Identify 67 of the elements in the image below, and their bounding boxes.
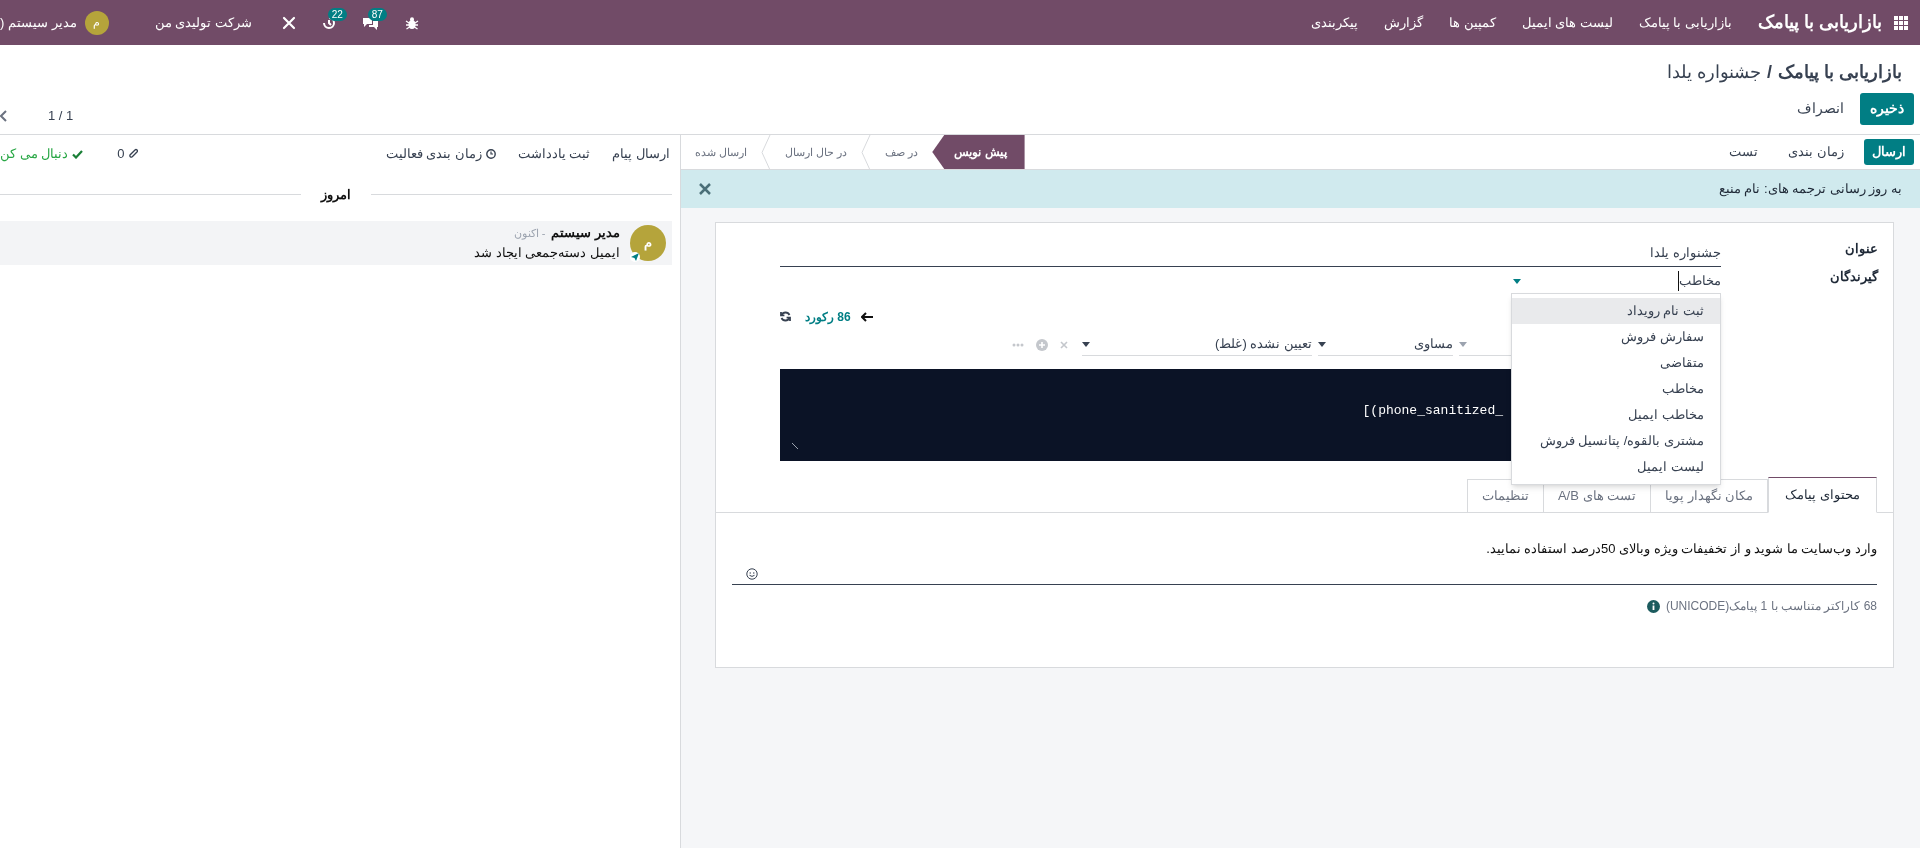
counter-badge: 22 (327, 7, 347, 21)
plane-icon (630, 251, 640, 262)
menu-item[interactable]: پیکربندی (1310, 12, 1358, 33)
code-text: [(phone_sanitized_ (1362, 401, 1503, 420)
attachment-button[interactable]: 0 (117, 144, 139, 164)
caret-icon (1513, 278, 1521, 284)
dropdown-option[interactable]: ثبت نام رویداد (1512, 297, 1720, 324)
status-step[interactable]: در حال ارسال (771, 135, 862, 169)
resize-handle-icon[interactable] (792, 442, 798, 449)
field-label: گیرندگان (1829, 268, 1878, 287)
paperclip-icon (128, 148, 139, 160)
tab[interactable]: محتوای پیامک (1768, 476, 1877, 513)
app-title: بازاریابی با پیامک (1758, 11, 1882, 35)
header-button[interactable]: زمان بندی (1780, 139, 1852, 165)
date-separator: امروز (319, 186, 352, 205)
chatter-button[interactable]: ارسال پیام (612, 144, 670, 164)
menu-item[interactable]: کمپین ها (1448, 12, 1496, 33)
dropdown-option[interactable]: سفارش فروش (1512, 323, 1720, 350)
message-time: - اکنون (513, 226, 546, 242)
message-field[interactable]: وارد وب‌سایت ما شوید و از تخفیفات ویژه وبالای 50درصد استفاده نمایید. (732, 538, 1877, 585)
chevron-icon[interactable] (0, 109, 8, 122)
chatter-button[interactable]: زمان بندی فعالیت (385, 144, 496, 164)
close-icon[interactable] (699, 183, 711, 195)
menu-item[interactable]: بازاریابی با پیامک (1638, 12, 1732, 33)
bug-icon[interactable] (404, 15, 419, 30)
header-button[interactable]: تست (1721, 139, 1767, 165)
check-icon (72, 149, 84, 159)
field-label: عنوان (1844, 240, 1878, 259)
discard-button[interactable]: انصراف (1787, 92, 1854, 125)
status-step[interactable]: پیش نویس (932, 135, 1025, 169)
pager-value[interactable]: 1 / 1 (48, 106, 74, 126)
menu-item[interactable]: لیست های ایمیل (1521, 12, 1613, 33)
dropdown-option[interactable]: مخاطب (1512, 375, 1720, 402)
save-button[interactable]: ذخیره (1860, 92, 1914, 125)
operator-select[interactable]: مساوی (1318, 333, 1453, 356)
author-name: مدیر سیستم (551, 224, 620, 243)
caret-icon (1082, 341, 1090, 347)
breadcrumb-link[interactable]: بازاریابی با پیامک (1778, 59, 1902, 86)
breadcrumb-separator: / (1766, 61, 1772, 84)
user-name[interactable]: مدیر سیستم ( (0, 12, 77, 33)
chatter-button[interactable]: ثبت یادداشت (517, 144, 591, 164)
status-step[interactable]: در صف (871, 135, 933, 169)
alert-message: به روز رسانی ترجمه های: نام منبع (1718, 180, 1902, 199)
apps-menu-icon[interactable] (1894, 15, 1908, 30)
character-count: 68 کاراکتر متناسب با 1 پیامک(UNICODE) (1665, 598, 1877, 615)
title-field[interactable]: جشنواره یلدا (780, 240, 1721, 267)
menu-item[interactable]: گزارش (1383, 12, 1423, 33)
breadcrumb-current: جشنواره یلدا (1666, 61, 1761, 85)
dropdown-option[interactable]: مخاطب ایمیل (1512, 401, 1720, 428)
record-count[interactable]: 86 رکورد (805, 307, 851, 326)
dropdown-option[interactable]: مشتری بالقوه/ پتانسیل فروش (1512, 427, 1720, 454)
value-select[interactable]: تعیین نشده (غلط) (1082, 333, 1312, 356)
refresh-icon[interactable] (780, 311, 791, 322)
caret-icon (1318, 341, 1326, 347)
status-step[interactable]: ارسال شده (681, 135, 762, 169)
author-avatar: م (630, 224, 666, 261)
send-button[interactable]: ارسال (1864, 139, 1914, 165)
message-text: وارد وب‌سایت ما شوید و از تخفیفات ویژه وبالای 50درصد استفاده نمایید. (1485, 539, 1877, 558)
info-icon[interactable] (1646, 599, 1660, 613)
clock-icon (485, 149, 496, 159)
counter-badge: 87 (367, 7, 387, 21)
select-value: مخاطب (1678, 271, 1721, 291)
message-body: ایمیل دسته‌جمعی ایجاد شد (474, 243, 620, 262)
caret-icon (1459, 341, 1467, 347)
company-name[interactable]: شرکت تولیدی من (154, 12, 252, 33)
arrow-left-icon[interactable] (860, 311, 873, 322)
emoji-icon[interactable] (746, 568, 758, 580)
